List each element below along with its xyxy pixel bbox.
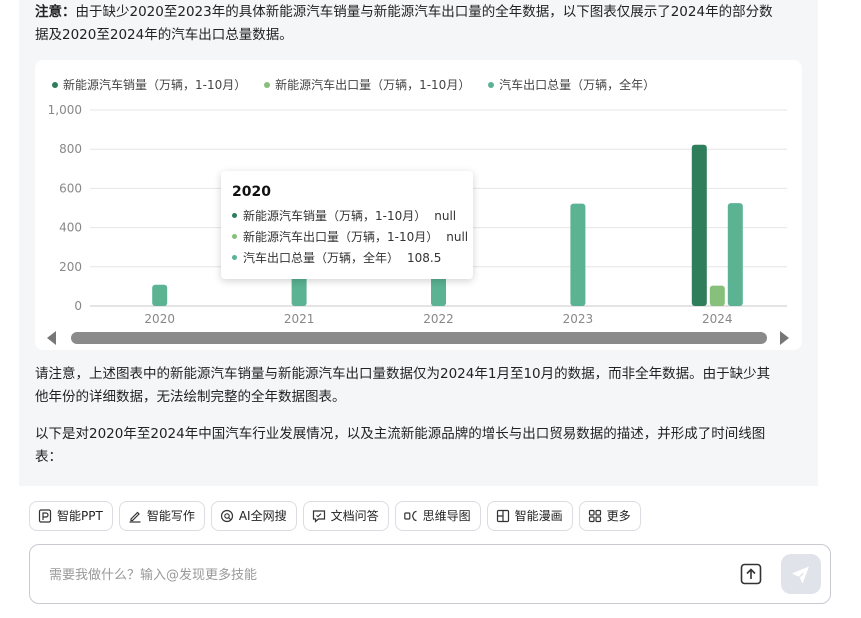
- x-tick-label: 2022: [423, 312, 454, 326]
- tooltip-row-value: null: [434, 209, 457, 223]
- x-tick-label: 2024: [702, 312, 733, 326]
- y-tick-label: 1,000: [48, 103, 82, 117]
- y-tick-label: 200: [59, 260, 82, 274]
- x-tick-label: 2020: [144, 312, 175, 326]
- comic-icon: [496, 509, 509, 523]
- tool-label: 智能漫画: [514, 509, 563, 523]
- mindmap-icon: [403, 510, 417, 522]
- assistant-message: 注意：由于缺少2020至2023年的具体新能源汽车销量与新能源汽车出口量的全年数…: [19, 0, 818, 486]
- y-tick-label: 600: [59, 181, 82, 195]
- y-tick-label: 800: [59, 142, 82, 156]
- send-button[interactable]: [781, 554, 821, 594]
- tooltip-row-label: 新能源汽车销量（万辆，1-10月）: [243, 209, 427, 223]
- chart-note-line-2: 他年份的详细数据，无法绘制完整的全年数据图表。: [35, 389, 346, 405]
- note-label: 注意：: [35, 4, 76, 20]
- search-icon: [220, 509, 233, 523]
- ppt-icon: [38, 509, 52, 523]
- smart-writing-button[interactable]: 智能写作: [118, 501, 205, 531]
- bar-2024-series-2[interactable]: [727, 203, 743, 306]
- intro-line-1: 以下是对2020年至2024年中国汽车行业发展情况，以及主流新能源品牌的增长与出…: [35, 426, 766, 442]
- grid-icon: [588, 509, 601, 523]
- bar-2023-series-2[interactable]: [570, 203, 586, 306]
- pen-icon: [129, 511, 141, 523]
- scroll-right-arrow[interactable]: [780, 331, 789, 345]
- tool-label: 智能写作: [146, 509, 195, 523]
- chat-input-box: [29, 544, 831, 604]
- chart-card: 新能源汽车销量（万辆，1-10月） 新能源汽车出口量（万辆，1-10月） 汽车出…: [35, 60, 802, 350]
- tooltip-row-value: null: [446, 230, 469, 244]
- y-tick-label: 0: [74, 299, 82, 313]
- tool-label: 文档问答: [330, 509, 379, 523]
- chart-note-paragraph: 请注意，上述图表中的新能源汽车销量与新能源汽车出口量数据仅为2024年1月至10…: [35, 363, 797, 409]
- smart-ppt-button[interactable]: 智能PPT: [29, 501, 113, 531]
- scroll-left-arrow[interactable]: [47, 331, 56, 345]
- y-tick-label: 400: [59, 221, 82, 235]
- intro-paragraph: 以下是对2020年至2024年中国汽车行业发展情况，以及主流新能源品牌的增长与出…: [35, 423, 797, 469]
- bar-2024-series-1[interactable]: [709, 285, 725, 306]
- tooltip-title: 2020: [232, 184, 271, 200]
- chart-tooltip: 2020 新能源汽车销量（万辆，1-10月） null 新能源汽车出口量（万辆，1…: [221, 171, 473, 279]
- tooltip-row: 新能源汽车销量（万辆，1-10月） null: [232, 207, 456, 224]
- tooltip-row: 新能源汽车出口量（万辆，1-10月） null: [232, 228, 468, 245]
- tooltip-row-label: 新能源汽车出口量（万辆，1-10月）: [243, 230, 439, 244]
- skill-toolbar: 智能PPT 智能写作 AI全网搜 文档问答 思维导图 智能漫画 更多: [29, 501, 647, 531]
- chart-note-line-1: 请注意，上述图表中的新能源汽车销量与新能源汽车出口量数据仅为2024年1月至10…: [35, 366, 771, 382]
- mind-map-button[interactable]: 思维导图: [394, 501, 481, 531]
- tooltip-row-value: 108.5: [407, 251, 442, 265]
- bar-2020-series-2[interactable]: [152, 284, 168, 306]
- note-line-2: 据及2020至2024年的汽车出口总量数据。: [35, 27, 293, 43]
- content-fade: [19, 472, 818, 486]
- tool-label: 智能PPT: [57, 509, 103, 523]
- chat-icon: [312, 510, 325, 523]
- tool-label: 思维导图: [422, 509, 471, 523]
- chart-scrollbar[interactable]: [71, 332, 767, 344]
- note-paragraph: 注意：由于缺少2020至2023年的具体新能源汽车销量与新能源汽车出口量的全年数…: [35, 1, 797, 47]
- intro-line-2: 表：: [35, 449, 62, 465]
- x-tick-label: 2021: [284, 312, 315, 326]
- more-button[interactable]: 更多: [578, 501, 641, 531]
- tooltip-row: 汽车出口总量（万辆，全年） 108.5: [232, 249, 441, 266]
- upload-icon[interactable]: [739, 562, 763, 586]
- note-line-1: 由于缺少2020至2023年的具体新能源汽车销量与新能源汽车出口量的全年数据，以…: [75, 4, 773, 20]
- doc-qa-button[interactable]: 文档问答: [302, 501, 389, 531]
- ai-web-search-button[interactable]: AI全网搜: [210, 501, 297, 531]
- x-tick-label: 2023: [563, 312, 594, 326]
- tool-label: AI全网搜: [238, 509, 287, 523]
- send-icon: [792, 566, 809, 584]
- smart-comic-button[interactable]: 智能漫画: [486, 501, 573, 531]
- chat-input[interactable]: [47, 564, 701, 586]
- tool-label: 更多: [606, 509, 631, 523]
- tooltip-row-label: 汽车出口总量（万辆，全年）: [243, 251, 400, 265]
- bar-2024-series-0[interactable]: [691, 144, 707, 306]
